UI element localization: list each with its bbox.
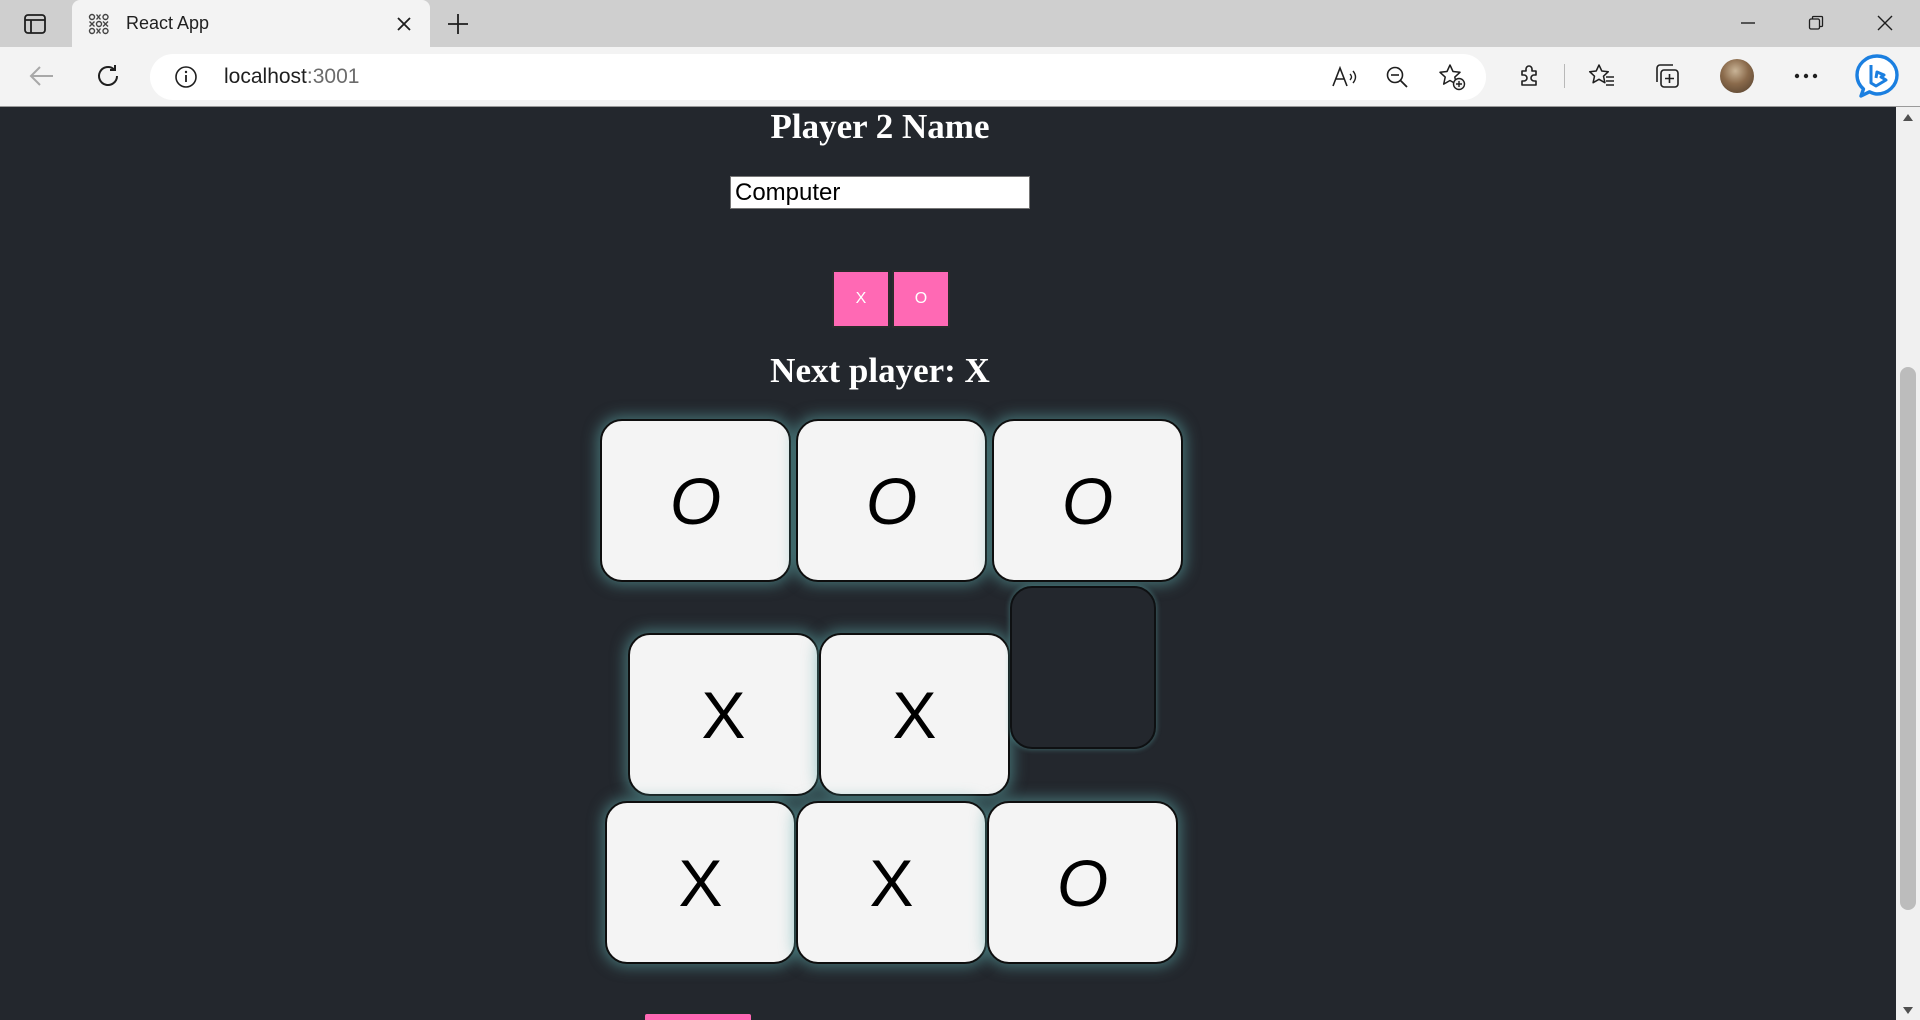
browser-chrome: React App localhost:3001 — [0, 0, 1920, 106]
sidebar-toggle-icon[interactable] — [20, 10, 50, 38]
plus-icon[interactable] — [444, 10, 472, 38]
favorites-icon[interactable] — [1584, 58, 1620, 94]
info-icon[interactable] — [174, 65, 198, 89]
tab-strip: React App — [0, 0, 1920, 47]
minimize-icon[interactable] — [1728, 8, 1768, 38]
symbol-button-x[interactable]: X — [832, 270, 890, 328]
board-square[interactable]: X — [605, 801, 796, 964]
board-square[interactable] — [1010, 586, 1156, 749]
more-icon[interactable] — [1788, 58, 1824, 94]
avatar[interactable] — [1720, 59, 1754, 93]
page-viewport: Player 2 Name X O Next player: X O O O X… — [0, 107, 1896, 1020]
back-arrow-icon[interactable] — [24, 58, 60, 94]
board-square[interactable]: O — [987, 801, 1178, 964]
address-bar[interactable]: localhost:3001 — [150, 54, 1486, 100]
close-icon[interactable] — [392, 12, 416, 36]
address-host: localhost — [224, 65, 307, 88]
page-scrollbar[interactable] — [1896, 107, 1920, 1020]
scroll-down-icon[interactable] — [1896, 1000, 1920, 1020]
browser-tab[interactable]: React App — [72, 0, 430, 47]
bottom-button[interactable] — [645, 1014, 751, 1020]
address-url[interactable]: localhost:3001 — [224, 65, 359, 89]
collections-icon[interactable] — [1649, 58, 1685, 94]
tab-title: React App — [126, 13, 210, 33]
address-port: :3001 — [306, 65, 360, 88]
toolbar-separator — [1564, 64, 1565, 88]
player2-name-input[interactable] — [730, 176, 1030, 209]
extensions-icon[interactable] — [1512, 58, 1548, 94]
read-aloud-icon[interactable] — [1330, 63, 1358, 91]
zoom-out-icon[interactable] — [1383, 63, 1411, 91]
symbol-picker: X O — [832, 270, 950, 328]
scroll-thumb[interactable] — [1900, 367, 1916, 910]
window-close-icon[interactable] — [1865, 8, 1905, 38]
board-square[interactable]: X — [796, 801, 987, 964]
board-square[interactable]: O — [600, 419, 791, 582]
symbol-button-o[interactable]: O — [892, 270, 950, 328]
refresh-icon[interactable] — [90, 58, 126, 94]
scroll-up-icon[interactable] — [1896, 107, 1920, 127]
add-favorite-icon[interactable] — [1438, 63, 1466, 91]
board-square[interactable]: O — [992, 419, 1183, 582]
player2-heading: Player 2 Name — [770, 107, 990, 146]
board-square[interactable]: X — [628, 633, 819, 796]
board-square[interactable]: X — [819, 633, 1010, 796]
restore-icon[interactable] — [1796, 8, 1836, 38]
bing-icon[interactable] — [1854, 53, 1900, 99]
tab-favicon-icon — [88, 13, 110, 35]
board-square[interactable]: O — [796, 419, 987, 582]
game-status: Next player: X — [770, 351, 990, 390]
